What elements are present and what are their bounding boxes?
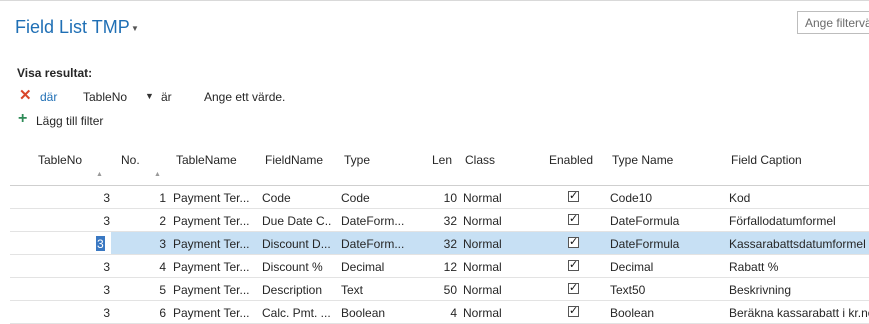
column-header-enabled[interactable]: Enabled	[549, 153, 593, 167]
cell-caption[interactable]: Kassarabattsdatumformel	[729, 237, 869, 251]
cell-tableno[interactable]: 3	[60, 283, 110, 297]
cell-tablename[interactable]: Payment Ter...	[173, 191, 255, 205]
table-row[interactable]: 3 5 Payment Ter... Description Text 50 Normal T…	[0, 278, 869, 301]
search-filter-input[interactable]: Ange filtervä	[797, 11, 869, 34]
cell-type[interactable]: DateForm...	[341, 237, 407, 251]
cell-type[interactable]: Code	[341, 191, 407, 205]
plus-icon: +	[18, 110, 28, 127]
cell-class[interactable]: Normal	[463, 260, 523, 274]
table-row[interactable]: 3 3 Payment Ter... Discount D... DateForm...…	[0, 232, 869, 255]
cell-type[interactable]: Decimal	[341, 260, 407, 274]
cell-tableno[interactable]: 3	[60, 260, 110, 274]
column-header-class[interactable]: Class	[465, 153, 495, 167]
cell-tablename[interactable]: Payment Ter...	[173, 237, 255, 251]
cell-typename[interactable]: Code10	[610, 191, 720, 205]
cell-no[interactable]: 3	[125, 237, 166, 251]
cell-class[interactable]: Normal	[463, 191, 523, 205]
cell-class[interactable]: Normal	[463, 237, 523, 251]
cell-caption[interactable]: Förfallodatumformel	[729, 214, 869, 228]
table-row[interactable]: 3 6 Payment Ter... Calc. Pmt. ... Boolean 4 No…	[0, 301, 869, 324]
column-header-len[interactable]: Len	[432, 153, 452, 167]
enabled-checkbox[interactable]: ✓	[568, 237, 579, 248]
cell-typename[interactable]: DateFormula	[610, 237, 720, 251]
table-row[interactable]: 3 1 Payment Ter... Code Code 10 Normal Code10 Ko…	[0, 186, 869, 209]
cell-caption[interactable]: Rabatt %	[729, 260, 869, 274]
close-icon[interactable]: ✕	[19, 88, 32, 104]
chevron-down-icon[interactable]: ▼	[145, 91, 154, 101]
cell-len[interactable]: 32	[420, 237, 457, 251]
cell-class[interactable]: Normal	[463, 283, 523, 297]
cell-no[interactable]: 4	[125, 260, 166, 274]
top-divider	[0, 0, 869, 1]
cell-no[interactable]: 1	[125, 191, 166, 205]
cell-tablename[interactable]: Payment Ter...	[173, 214, 255, 228]
column-header-fieldname[interactable]: FieldName	[265, 153, 323, 167]
cell-no[interactable]: 2	[125, 214, 166, 228]
column-header-caption[interactable]: Field Caption	[731, 153, 802, 167]
cell-tablename[interactable]: Payment Ter...	[173, 260, 255, 274]
cell-caption[interactable]: Beskrivning	[729, 283, 869, 297]
cell-fieldname[interactable]: Code	[262, 191, 332, 205]
filter-where-label: där	[40, 90, 58, 104]
column-header-type[interactable]: Type	[344, 153, 370, 167]
sort-arrow-up-icon[interactable]: ▲	[96, 171, 103, 178]
cell-len[interactable]: 32	[420, 214, 457, 228]
column-header-tableno[interactable]: TableNo	[38, 153, 82, 167]
enabled-checkbox[interactable]: ✓	[568, 260, 579, 271]
enabled-checkbox[interactable]: ✓	[568, 191, 579, 202]
table-row[interactable]: 3 4 Payment Ter... Discount % Decimal 12 Norma…	[0, 255, 869, 278]
enabled-checkbox[interactable]: ✓	[568, 306, 579, 317]
active-cell-tableno[interactable]: 3	[96, 236, 105, 251]
enabled-checkbox[interactable]: ✓	[568, 283, 579, 294]
cell-type[interactable]: Text	[341, 283, 407, 297]
cell-fieldname[interactable]: Description	[262, 283, 332, 297]
cell-fieldname[interactable]: Discount %	[262, 260, 332, 274]
cell-typename[interactable]: Text50	[610, 283, 720, 297]
filter-field-select[interactable]: TableNo	[83, 90, 127, 104]
cell-len[interactable]: 50	[420, 283, 457, 297]
page-title[interactable]: Field List TMP	[15, 17, 130, 38]
grid-header: TableNo ▲ No. ▲ TableName FieldName Type…	[0, 148, 869, 186]
filter-operator-label: är	[161, 90, 172, 104]
add-filter-label: Lägg till filter	[36, 114, 104, 128]
column-header-tablename[interactable]: TableName	[176, 153, 237, 167]
cell-fieldname[interactable]: Discount D...	[262, 237, 332, 251]
sort-arrow-up-icon[interactable]: ▲	[154, 171, 161, 178]
cell-len[interactable]: 12	[420, 260, 457, 274]
table-row[interactable]: 3 2 Payment Ter... Due Date C... DateForm...…	[0, 209, 869, 232]
cell-typename[interactable]: Decimal	[610, 260, 720, 274]
cell-tablename[interactable]: Payment Ter...	[173, 283, 255, 297]
column-header-typename[interactable]: Type Name	[612, 153, 673, 167]
cell-fieldname[interactable]: Due Date C...	[262, 214, 332, 228]
filter-value-input[interactable]: Ange ett värde.	[204, 90, 285, 104]
active-cell-value: 3	[97, 237, 104, 251]
cell-class[interactable]: Normal	[463, 214, 523, 228]
cell-no[interactable]: 5	[125, 283, 166, 297]
cell-typename[interactable]: DateFormula	[610, 214, 720, 228]
column-header-no[interactable]: No.	[121, 153, 140, 167]
cell-len[interactable]: 10	[420, 191, 457, 205]
enabled-checkbox[interactable]: ✓	[568, 214, 579, 225]
filter-section-label: Visa resultat:	[17, 66, 93, 80]
chevron-down-icon[interactable]: ▼	[131, 24, 139, 33]
cell-type[interactable]: DateForm...	[341, 214, 407, 228]
cell-caption[interactable]: Kod	[729, 191, 869, 205]
cell-tableno[interactable]: 3	[60, 214, 110, 228]
cell-tableno[interactable]: 3	[60, 191, 110, 205]
